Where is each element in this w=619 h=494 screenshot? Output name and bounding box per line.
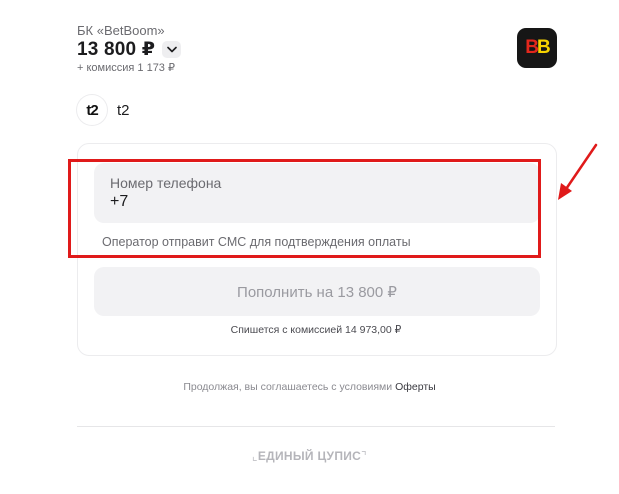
annotation-arrow-icon xyxy=(558,143,598,200)
amount-row: 13 800 ₽ xyxy=(77,38,182,61)
operator-selector: t2 t2 xyxy=(77,95,130,125)
bracket-close: ⌝ xyxy=(361,449,368,463)
operator-name: t2 xyxy=(117,101,130,119)
offer-link[interactable]: Оферты xyxy=(395,381,436,393)
sms-hint: Оператор отправит СМС для подтверждения … xyxy=(102,235,411,249)
commission-text: + комиссия 1 173 ₽ xyxy=(77,62,175,74)
phone-input-value[interactable]: +7 xyxy=(110,193,128,211)
charge-note: Спишется с комиссией 14 973,00 ₽ xyxy=(230,324,402,336)
phone-input-label: Номер телефона xyxy=(110,175,222,191)
cupis-brand-text: ЕДИНЫЙ ЦУПИС xyxy=(257,449,362,463)
cupis-logo: ⌞ЕДИНЫЙ ЦУПИС⌝ xyxy=(0,449,619,463)
payment-amount: 13 800 ₽ xyxy=(77,39,156,60)
phone-input[interactable]: Номер телефона +7 xyxy=(94,163,540,223)
agreement-text: Продолжая, вы соглашаетесь с условиями О… xyxy=(0,381,619,393)
betboom-logo: BB xyxy=(517,28,557,68)
merchant-name: БК «BetBoom» xyxy=(77,23,165,38)
pay-button[interactable]: Пополнить на 13 800 ₽ xyxy=(94,267,540,316)
logo-letter: B xyxy=(525,37,539,58)
agreement-prefix: Продолжая, вы соглашаетесь с условиями xyxy=(183,381,393,393)
divider xyxy=(77,426,555,427)
amount-details-toggle[interactable] xyxy=(162,41,182,58)
chevron-down-icon xyxy=(166,46,177,53)
logo-letter: B xyxy=(537,37,551,58)
t2-logo: t2 xyxy=(77,95,107,125)
